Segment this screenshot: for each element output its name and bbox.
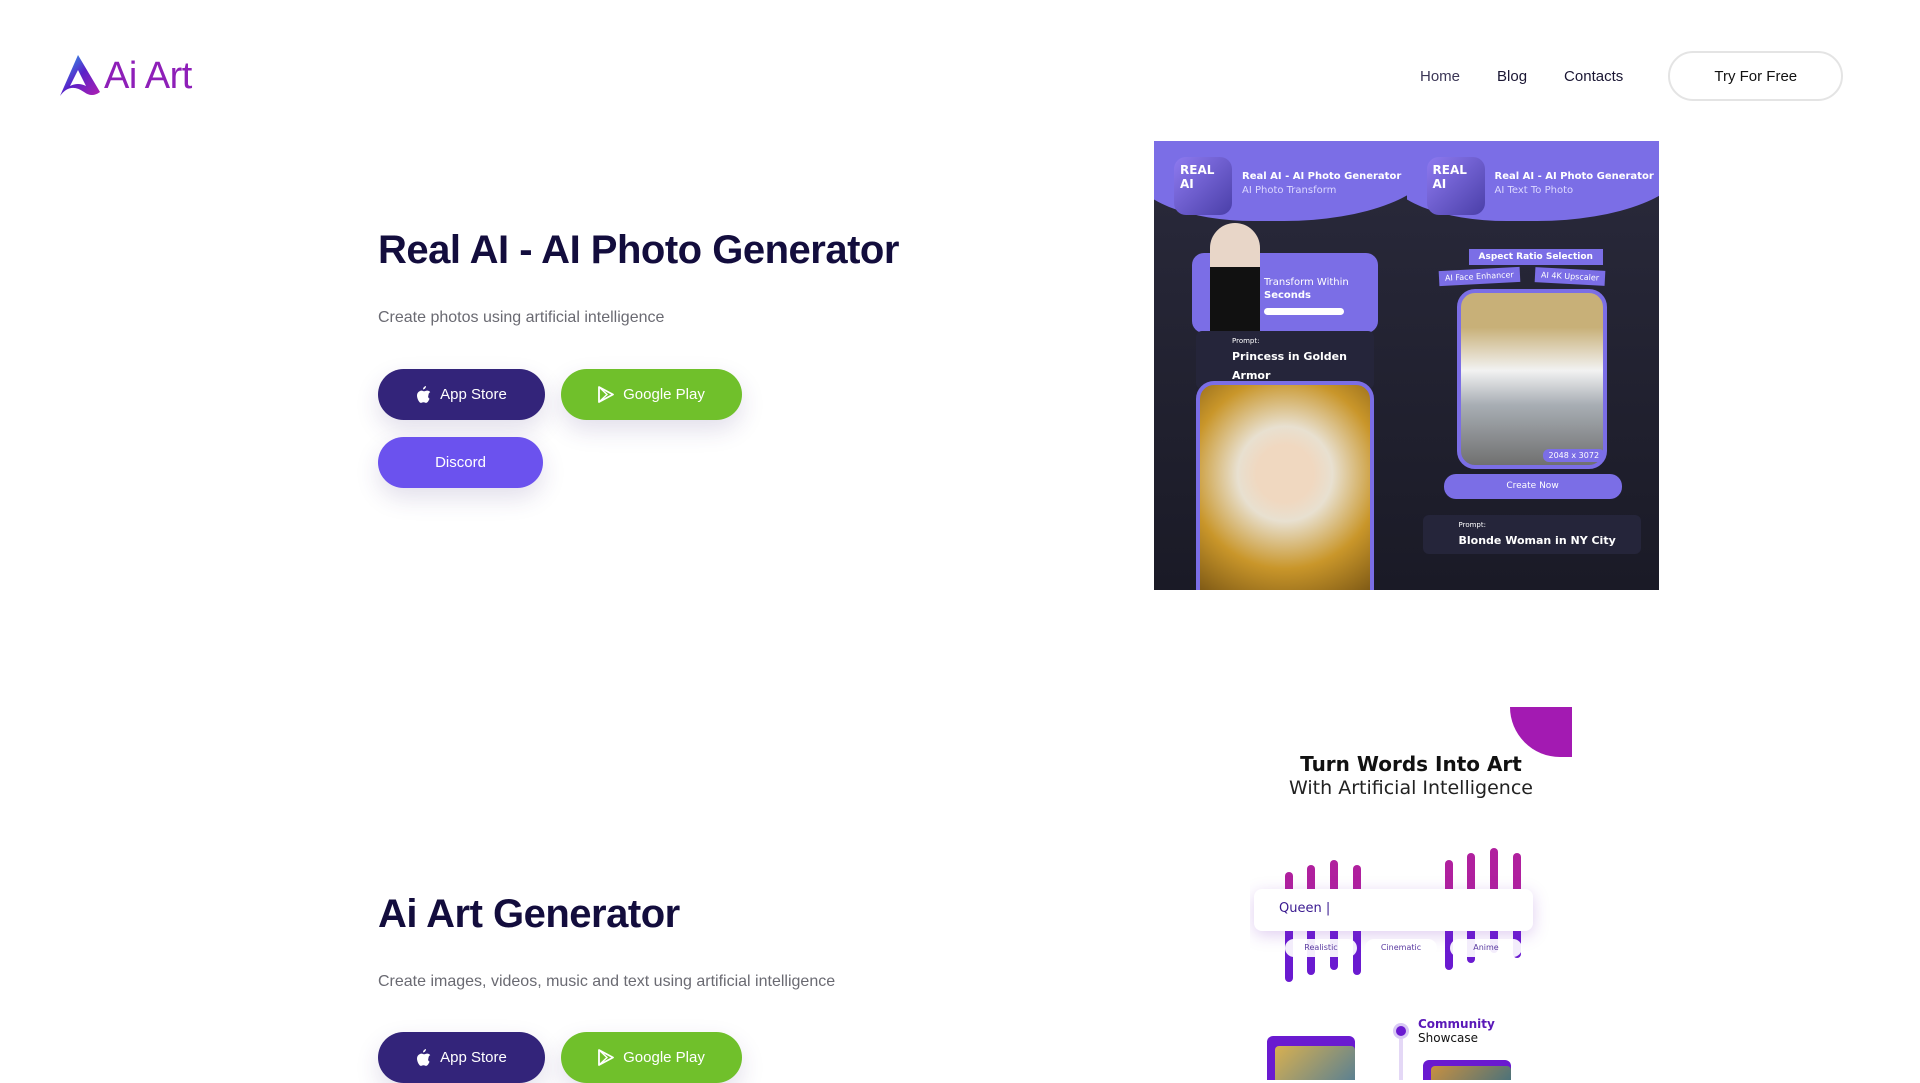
google-play-button[interactable]: Google Play [561, 369, 742, 420]
create-now-button: Create Now [1443, 474, 1622, 499]
blonde-photo [1456, 289, 1607, 469]
logo-icon [60, 55, 100, 96]
promo-panel-transform: REAL AI Real AI - AI Photo Generator AI … [1154, 141, 1407, 590]
try-for-free-button[interactable]: Try For Free [1668, 51, 1844, 101]
promo-line1: Turn Words Into Art [1300, 752, 1522, 776]
main-nav: Home Blog Contacts Try For Free [1420, 51, 1844, 101]
chip-cinematic: Cinematic [1365, 939, 1437, 957]
prompt-label: Prompt: [1458, 521, 1486, 529]
showcase-label: Showcase [1418, 1031, 1478, 1045]
section-subtitle: Create images, videos, music and text us… [378, 973, 836, 990]
google-play-icon [598, 1049, 615, 1066]
promo-title: Real AI - AI Photo Generator [1242, 171, 1402, 182]
app-icon: REAL AI [1174, 157, 1232, 215]
apple-icon [417, 1049, 431, 1066]
face-tag: AI Face Enhancer [1438, 266, 1520, 287]
promo-subtitle: AI Text To Photo [1494, 185, 1574, 196]
transform-card: Transform Within Seconds [1192, 223, 1378, 333]
section-subtitle: Create photos using artificial intellige… [378, 309, 665, 326]
google-play-label: Google Play [623, 386, 705, 403]
app-store-label: App Store [440, 1049, 507, 1066]
logo-text: Ai Art [104, 54, 192, 97]
app-store-button[interactable]: App Store [378, 1032, 545, 1083]
promo-subtitle: AI Photo Transform [1242, 185, 1337, 196]
princess-photo [1196, 381, 1374, 590]
app-store-button[interactable]: App Store [378, 369, 545, 420]
promo-panel-text-to-photo: REAL AI Real AI - AI Photo Generator AI … [1406, 141, 1659, 590]
nav-blog[interactable]: Blog [1497, 68, 1527, 85]
ai-art-promo-image: Turn Words Into Art With Artificial Inte… [1250, 707, 1572, 1080]
nav-home[interactable]: Home [1420, 68, 1460, 85]
google-play-icon [598, 386, 615, 403]
showcase-thumb [1267, 1036, 1355, 1080]
resolution-badge: 2048 x 3072 [1542, 449, 1606, 462]
section-title: Real AI - AI Photo Generator [378, 228, 899, 272]
discord-button[interactable]: Discord [378, 437, 543, 488]
prompt-input: Queen | [1254, 889, 1533, 931]
google-play-button[interactable]: Google Play [561, 1032, 742, 1083]
promo-title: Real AI - AI Photo Generator [1494, 171, 1654, 182]
prompt-label: Prompt: [1232, 337, 1260, 345]
promo-line2: With Artificial Intelligence [1289, 777, 1533, 799]
decorative-blob [1510, 707, 1572, 757]
app-store-label: App Store [440, 386, 507, 403]
upscale-tag: AI 4K Upscaler [1534, 267, 1605, 286]
prompt-box: Prompt: Blonde Woman in NY City [1422, 515, 1641, 554]
logo[interactable]: Ai Art [56, 52, 192, 100]
nav-contacts[interactable]: Contacts [1564, 68, 1623, 85]
prompt-text: Princess in Golden Armor [1232, 350, 1347, 382]
card-line1: Transform Within [1264, 277, 1349, 288]
prompt-text: Blonde Woman in NY City [1458, 534, 1616, 547]
community-showcase: Community Showcase [1418, 1017, 1495, 1045]
app-icon: REAL AI [1426, 157, 1485, 215]
chip-anime: Anime [1450, 939, 1522, 957]
community-label: Community [1418, 1017, 1495, 1031]
aspect-tag: Aspect Ratio Selection [1468, 249, 1603, 265]
real-ai-promo-image: REAL AI Real AI - AI Photo Generator AI … [1154, 141, 1659, 590]
google-play-label: Google Play [623, 1049, 705, 1066]
apple-icon [417, 386, 431, 403]
section-title: Ai Art Generator [378, 892, 680, 936]
chip-realistic: Realistic [1285, 939, 1357, 957]
card-line2: Seconds [1264, 290, 1312, 301]
showcase-thumb [1423, 1060, 1511, 1080]
